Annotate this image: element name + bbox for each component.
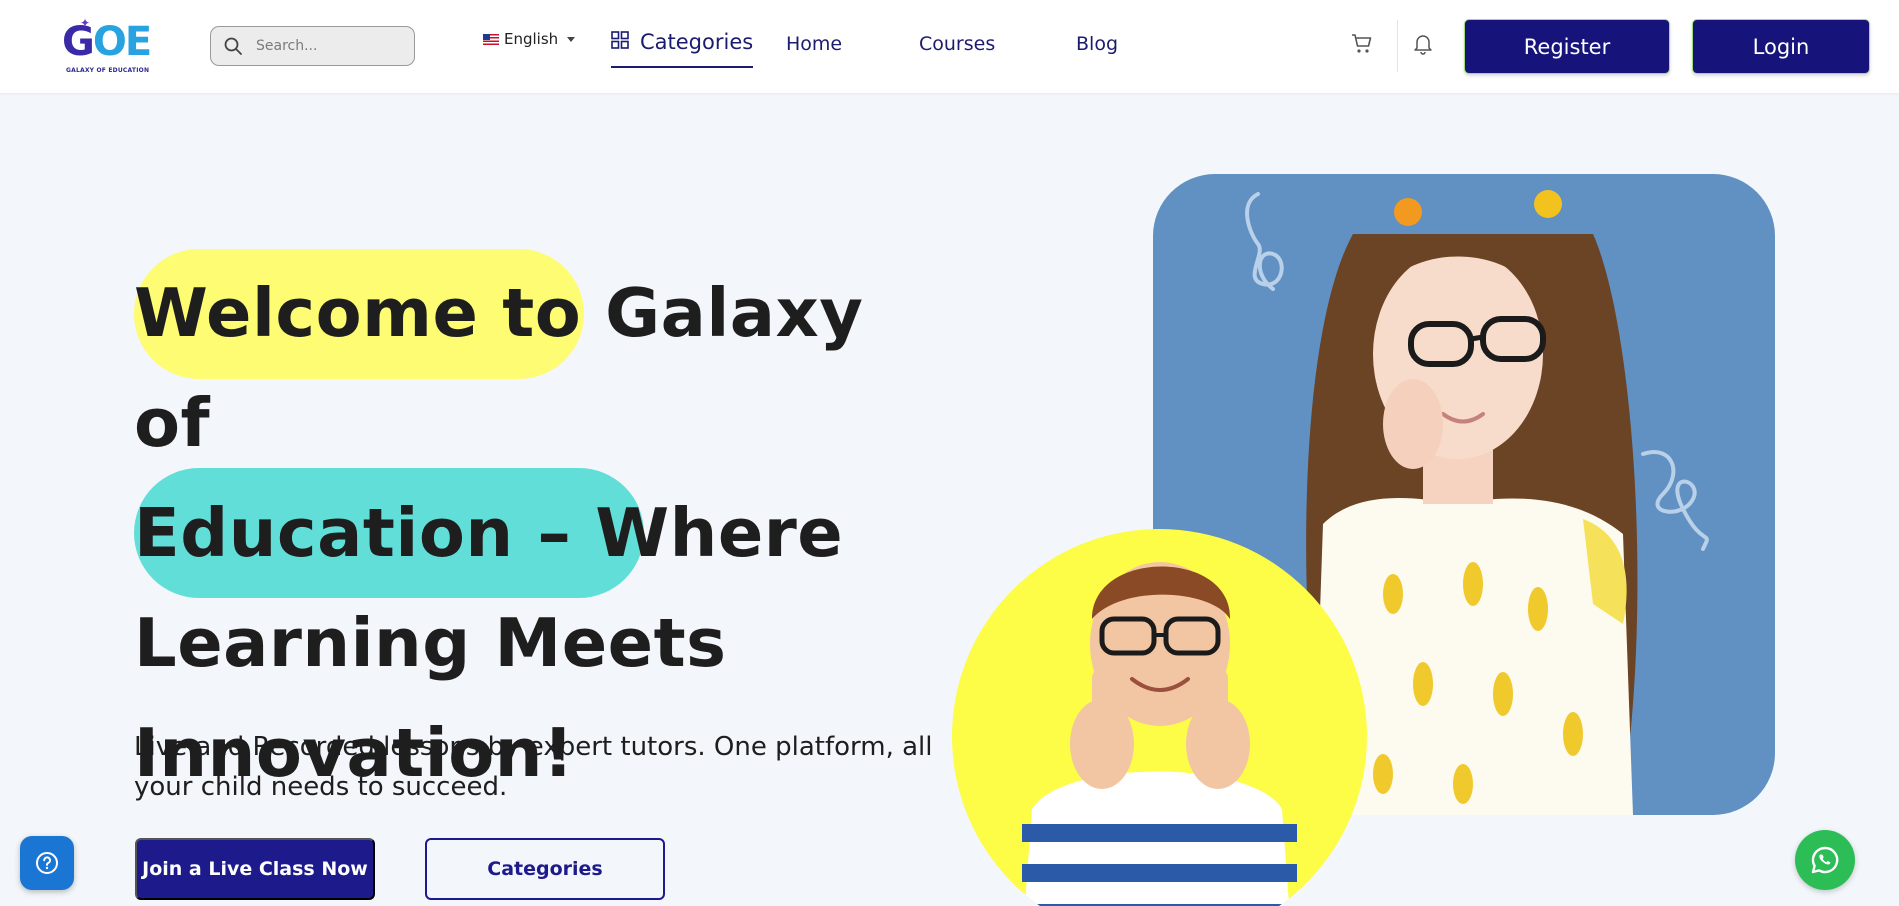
us-flag-icon [483, 33, 499, 45]
site-header: GOE ✦ GALAXY OF EDUCATION English Catego… [0, 0, 1899, 93]
register-button[interactable]: Register [1464, 19, 1670, 74]
language-selector[interactable]: English [483, 30, 576, 48]
hero-title: Welcome to Galaxy of Education – Where L… [134, 274, 864, 792]
bell-icon[interactable] [1413, 33, 1433, 55]
hero-image-boy [952, 529, 1367, 906]
help-button[interactable] [20, 836, 74, 890]
search-icon [224, 37, 242, 55]
header-divider [1397, 20, 1398, 72]
logo[interactable]: GOE ✦ GALAXY OF EDUCATION [62, 16, 152, 78]
grid-icon [611, 31, 629, 49]
nav-home[interactable]: Home [786, 33, 842, 55]
search-input[interactable] [256, 38, 406, 54]
search-box[interactable] [210, 26, 415, 66]
logo-tagline: GALAXY OF EDUCATION [66, 67, 150, 74]
join-live-class-button[interactable]: Join a Live Class Now [135, 838, 375, 900]
nav-blog[interactable]: Blog [1076, 33, 1118, 55]
nav-categories-label: Categories [640, 30, 754, 54]
hero-subtitle: Live and Recorded lessons by expert tuto… [134, 732, 933, 802]
boy-illustration [1022, 562, 1297, 906]
login-button[interactable]: Login [1692, 19, 1870, 74]
nav-courses[interactable]: Courses [919, 33, 995, 55]
whatsapp-button[interactable] [1795, 830, 1855, 890]
nav-categories[interactable]: Categories [611, 28, 754, 68]
help-icon [36, 852, 58, 874]
whatsapp-icon [1811, 846, 1839, 874]
logo-star-icon: ✦ [80, 16, 91, 30]
language-label: English [504, 30, 559, 48]
caret-down-icon [567, 36, 576, 42]
cart-icon[interactable] [1351, 33, 1373, 55]
logo-mark: GOE [62, 19, 152, 65]
hero-categories-button[interactable]: Categories [425, 838, 665, 900]
